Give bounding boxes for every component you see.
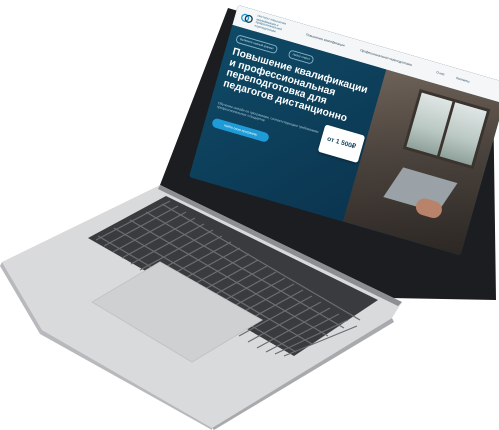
nav-item-about[interactable]: О нас <box>436 70 445 76</box>
website-screen: Институт повышения квалификации и профес… <box>188 5 499 256</box>
nav-item-courses[interactable]: Повышение квалификации <box>305 33 345 48</box>
device-mockup: Институт повышения квалификации и профес… <box>0 0 499 430</box>
screen-area: Институт повышения квалификации и профес… <box>0 0 499 430</box>
logo-icon <box>241 13 253 23</box>
nav-item-contacts[interactable]: Контакты <box>456 76 470 83</box>
price-text: от 1 500₽ <box>326 135 357 151</box>
